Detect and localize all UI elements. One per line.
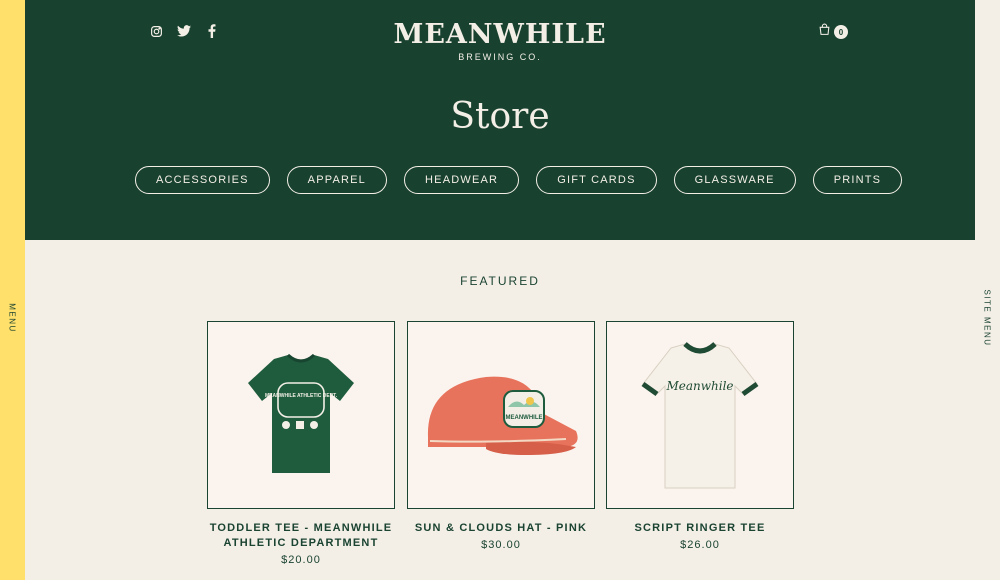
script-ringer-tee-image: Meanwhile	[641, 342, 759, 489]
site-menu-label[interactable]: SITE MENU	[983, 289, 992, 346]
logo-subtitle: BREWING CO.	[458, 52, 542, 62]
left-menu-rail[interactable]: MENU	[0, 0, 25, 580]
featured-heading: FEATURED	[460, 274, 540, 288]
category-gift-cards[interactable]: GIFT CARDS	[536, 166, 657, 194]
product-card[interactable]: Meanwhile SCRIPT RINGER TEE $26.00	[606, 321, 794, 551]
product-price: $30.00	[481, 539, 521, 551]
tee-badge-text: MEANWHILE ATHLETIC DEPT.	[265, 393, 338, 399]
product-price: $20.00	[281, 554, 321, 566]
category-nav: ACCESSORIES APPAREL HEADWEAR GIFT CARDS …	[135, 166, 903, 194]
product-name[interactable]: TODDLER TEE - MEANWHILE ATHLETIC DEPARTM…	[207, 521, 395, 551]
category-headwear[interactable]: HEADWEAR	[404, 166, 520, 194]
shopping-bag-icon	[818, 23, 831, 41]
right-site-menu-rail[interactable]: SITE MENU	[975, 0, 1000, 580]
category-accessories[interactable]: ACCESSORIES	[135, 166, 270, 194]
product-name[interactable]: SCRIPT RINGER TEE	[606, 521, 794, 536]
category-prints[interactable]: PRINTS	[812, 166, 903, 194]
product-name[interactable]: SUN & CLOUDS HAT - PINK	[407, 521, 595, 536]
ringer-script-text: Meanwhile	[665, 379, 733, 393]
store-hero: MEANWHILE BREWING CO. 0 Store ACCESSORIE…	[25, 0, 975, 240]
product-image[interactable]: Meanwhile	[606, 321, 794, 509]
page-title: Store	[450, 96, 550, 137]
product-price: $26.00	[680, 539, 720, 551]
category-glassware[interactable]: GLASSWARE	[673, 166, 796, 194]
cart-count-badge: 0	[834, 25, 848, 39]
menu-label[interactable]: MENU	[8, 303, 17, 333]
product-card[interactable]: MEANWHILE SUN & CLOUDS HAT - PINK $30.00	[407, 321, 595, 551]
hat-badge-text: MEANWHILE	[506, 415, 543, 421]
product-card[interactable]: MEANWHILE ATHLETIC DEPT. TODDLER TEE - M…	[207, 321, 395, 566]
sun-clouds-hat-image: MEANWHILE	[427, 376, 578, 455]
cart-button[interactable]: 0	[818, 23, 848, 41]
toddler-tee-image: MEANWHILE ATHLETIC DEPT.	[248, 353, 354, 473]
category-apparel[interactable]: APPAREL	[286, 166, 388, 194]
product-image[interactable]: MEANWHILE	[407, 321, 595, 509]
product-image[interactable]: MEANWHILE ATHLETIC DEPT.	[207, 321, 395, 509]
